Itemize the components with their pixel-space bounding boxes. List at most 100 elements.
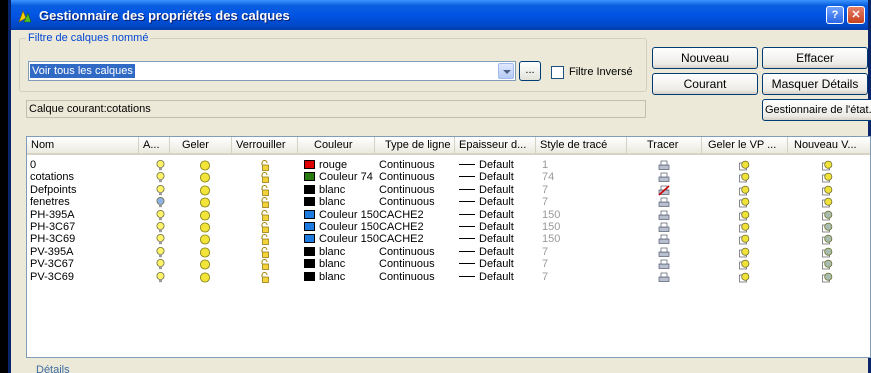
layer-name[interactable]: PV-3C69	[30, 271, 74, 283]
layer-states-manager-button[interactable]: Gestionnaire de l'état...	[762, 99, 871, 121]
col-header-plot[interactable]: Tracer	[627, 137, 702, 155]
viewport-sun-icon[interactable]	[822, 272, 833, 283]
filter-combobox[interactable]: Voir tous les calques	[28, 61, 516, 81]
layer-linetype[interactable]: CACHE2	[379, 209, 424, 221]
layer-linetype[interactable]: Continuous	[379, 160, 435, 171]
table-row[interactable]: PV-3C67 blanc Continuous Default 7	[27, 259, 870, 271]
col-header-new-vp-freeze[interactable]: Nouveau V...	[788, 137, 870, 155]
invert-filter-checkbox[interactable]	[551, 66, 564, 79]
table-row[interactable]: fenetres blanc Continuous Default 7	[27, 197, 870, 209]
layer-name[interactable]: PH-3C67	[30, 222, 75, 233]
sun-icon[interactable]	[199, 160, 211, 171]
lightbulb-icon[interactable]	[156, 234, 165, 245]
sun-icon[interactable]	[199, 247, 211, 258]
layer-name[interactable]: 0	[30, 160, 36, 171]
viewport-sun-icon[interactable]	[739, 247, 750, 258]
viewport-sun-icon[interactable]	[822, 259, 833, 270]
layer-lineweight[interactable]: Default	[459, 271, 514, 283]
layer-lineweight[interactable]: Default	[459, 259, 514, 270]
viewport-sun-icon[interactable]	[822, 172, 833, 183]
padlock-icon[interactable]	[260, 222, 270, 233]
sun-icon[interactable]	[199, 210, 211, 221]
table-row[interactable]: PV-3C69 blanc Continuous Default 7	[27, 271, 870, 283]
layer-color[interactable]: Couleur 150	[304, 222, 379, 233]
table-row[interactable]: 0 rouge Continuous Default 1	[27, 160, 870, 171]
printer-icon[interactable]	[658, 234, 670, 245]
sun-icon[interactable]	[199, 272, 211, 283]
viewport-sun-icon[interactable]	[739, 234, 750, 245]
title-bar[interactable]: Gestionnaire des propriétés des calques …	[11, 0, 868, 30]
layer-name[interactable]: PV-3C67	[30, 259, 74, 270]
layer-list[interactable]: Nom A... Geler Verrouiller Couleur Type …	[26, 136, 871, 358]
printer-icon[interactable]	[658, 172, 670, 183]
layer-lineweight[interactable]: Default	[459, 197, 514, 208]
layer-linetype[interactable]: Continuous	[379, 259, 435, 270]
viewport-sun-icon[interactable]	[739, 197, 750, 208]
printer-icon[interactable]	[658, 210, 670, 221]
lightbulb-icon[interactable]	[156, 271, 165, 283]
help-button[interactable]: ?	[826, 6, 844, 24]
padlock-icon[interactable]	[260, 184, 270, 196]
layer-name[interactable]: cotations	[30, 172, 74, 183]
viewport-sun-icon[interactable]	[739, 172, 750, 183]
padlock-icon[interactable]	[260, 271, 270, 283]
layer-linetype[interactable]: Continuous	[379, 271, 435, 283]
padlock-icon[interactable]	[260, 172, 270, 184]
col-header-lock[interactable]: Verrouiller	[232, 137, 298, 155]
new-layer-button[interactable]: Nouveau	[652, 47, 758, 69]
details-section-label[interactable]: Détails	[36, 364, 70, 373]
lightbulb-icon[interactable]	[156, 209, 165, 221]
viewport-sun-icon[interactable]	[822, 222, 833, 233]
col-header-vp-freeze[interactable]: Geler le VP ...	[702, 137, 788, 155]
viewport-sun-icon[interactable]	[822, 160, 833, 171]
printer-icon[interactable]	[658, 259, 670, 270]
printer-icon[interactable]	[658, 197, 670, 208]
layer-lineweight[interactable]: Default	[459, 160, 514, 171]
viewport-sun-icon[interactable]	[739, 272, 750, 283]
viewport-sun-icon[interactable]	[739, 185, 750, 196]
layer-lineweight[interactable]: Default	[459, 184, 514, 196]
viewport-sun-icon[interactable]	[739, 259, 750, 270]
sun-icon[interactable]	[199, 197, 211, 208]
table-row[interactable]: PH-3C67 Couleur 150 CACHE2 Default 150	[27, 222, 870, 233]
layer-lineweight[interactable]: Default	[459, 246, 514, 258]
layer-linetype[interactable]: Continuous	[379, 172, 435, 183]
layer-color[interactable]: Couleur 74	[304, 172, 373, 183]
viewport-sun-icon[interactable]	[739, 160, 750, 171]
lightbulb-icon[interactable]	[156, 259, 165, 270]
printer-icon[interactable]	[658, 185, 670, 196]
padlock-icon[interactable]	[260, 209, 270, 221]
layer-name[interactable]: PH-395A	[30, 209, 75, 221]
sun-icon[interactable]	[199, 222, 211, 233]
printer-icon[interactable]	[658, 247, 670, 258]
lightbulb-icon[interactable]	[156, 197, 165, 208]
printer-icon[interactable]	[658, 160, 670, 171]
layer-name[interactable]: PH-3C69	[30, 234, 75, 245]
lightbulb-icon[interactable]	[156, 172, 165, 183]
layer-linetype[interactable]: CACHE2	[379, 234, 424, 245]
layer-color[interactable]: blanc	[304, 259, 345, 270]
lightbulb-icon[interactable]	[156, 222, 165, 233]
table-row[interactable]: cotations Couleur 74 Continuous Default …	[27, 172, 870, 184]
layer-linetype[interactable]: Continuous	[379, 184, 435, 196]
layer-color[interactable]: blanc	[304, 271, 345, 283]
padlock-icon[interactable]	[260, 246, 270, 258]
col-header-linetype[interactable]: Type de ligne	[375, 137, 455, 155]
layer-color[interactable]: rouge	[304, 160, 347, 171]
layer-linetype[interactable]: Continuous	[379, 246, 435, 258]
table-row[interactable]: PV-395A blanc Continuous Default 7	[27, 246, 870, 258]
delete-layer-button[interactable]: Effacer	[762, 47, 868, 69]
layer-color[interactable]: blanc	[304, 197, 345, 208]
viewport-sun-icon[interactable]	[822, 197, 833, 208]
col-header-freeze[interactable]: Geler	[170, 137, 232, 155]
padlock-icon[interactable]	[260, 197, 270, 209]
sun-icon[interactable]	[199, 234, 211, 245]
layer-lineweight[interactable]: Default	[459, 209, 514, 221]
table-row[interactable]: Defpoints blanc Continuous Default 7	[27, 184, 870, 196]
printer-icon[interactable]	[658, 272, 670, 283]
padlock-icon[interactable]	[260, 234, 270, 246]
sun-icon[interactable]	[199, 172, 211, 183]
chevron-down-icon[interactable]	[498, 63, 514, 79]
viewport-sun-icon[interactable]	[822, 185, 833, 196]
sun-icon[interactable]	[199, 259, 211, 270]
